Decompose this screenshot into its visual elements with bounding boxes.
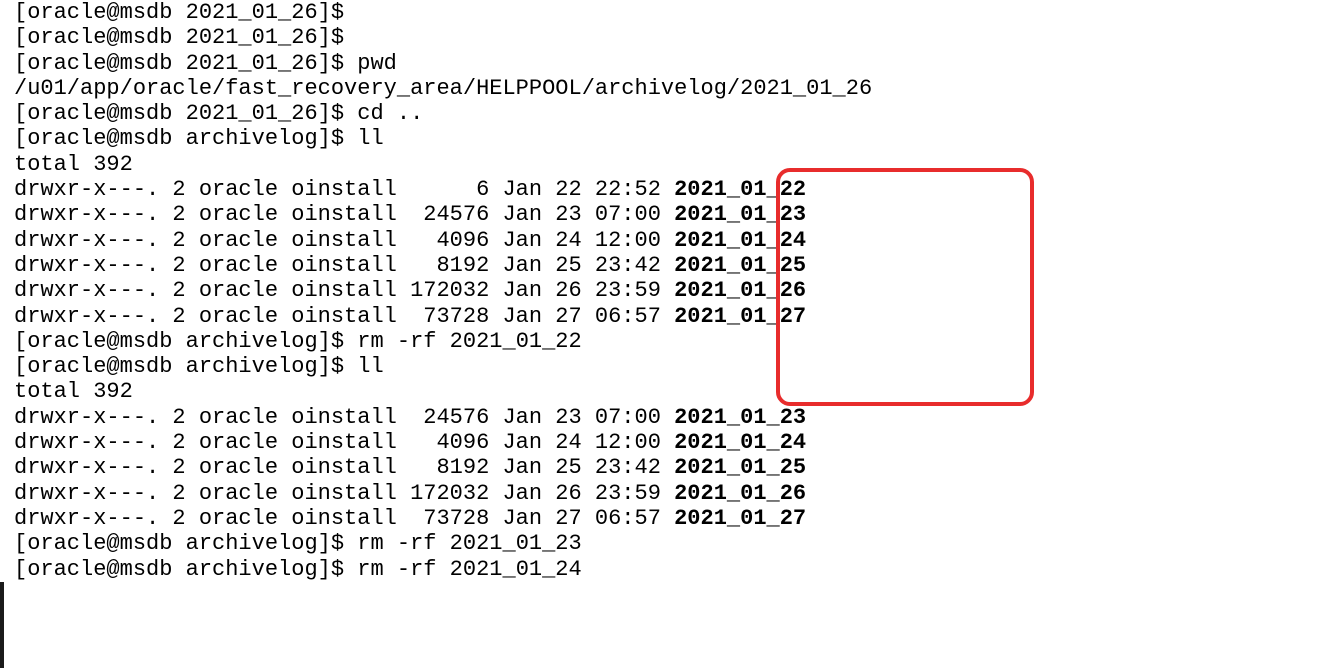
terminal-line: [oracle@msdb 2021_01_26]$ bbox=[14, 0, 1306, 25]
shell-prompt: [oracle@msdb archivelog]$ bbox=[14, 531, 357, 556]
file-listing-meta: drwxr-x---. 2 oracle oinstall 6 Jan 22 2… bbox=[14, 177, 674, 202]
directory-name: 2021_01_25 bbox=[674, 455, 806, 480]
directory-name: 2021_01_23 bbox=[674, 202, 806, 227]
directory-name: 2021_01_22 bbox=[674, 177, 806, 202]
terminal-line: /u01/app/oracle/fast_recovery_area/HELPP… bbox=[14, 76, 1306, 101]
terminal-output[interactable]: [oracle@msdb 2021_01_26]$ [oracle@msdb 2… bbox=[0, 0, 1320, 582]
terminal-line: total 392 bbox=[14, 152, 1306, 177]
shell-command[interactable]: rm -rf 2021_01_23 bbox=[357, 531, 581, 556]
terminal-line: drwxr-x---. 2 oracle oinstall 24576 Jan … bbox=[14, 405, 1306, 430]
shell-prompt: [oracle@msdb 2021_01_26]$ bbox=[14, 0, 357, 25]
terminal-line: [oracle@msdb 2021_01_26]$ bbox=[14, 25, 1306, 50]
file-listing-meta: drwxr-x---. 2 oracle oinstall 4096 Jan 2… bbox=[14, 228, 674, 253]
directory-name: 2021_01_24 bbox=[674, 228, 806, 253]
shell-prompt: [oracle@msdb archivelog]$ bbox=[14, 354, 357, 379]
terminal-line: drwxr-x---. 2 oracle oinstall 4096 Jan 2… bbox=[14, 228, 1306, 253]
file-listing-meta: drwxr-x---. 2 oracle oinstall 172032 Jan… bbox=[14, 481, 674, 506]
terminal-line: [oracle@msdb archivelog]$ rm -rf 2021_01… bbox=[14, 557, 1306, 582]
directory-name: 2021_01_26 bbox=[674, 278, 806, 303]
file-listing-meta: drwxr-x---. 2 oracle oinstall 24576 Jan … bbox=[14, 202, 674, 227]
file-listing-meta: drwxr-x---. 2 oracle oinstall 24576 Jan … bbox=[14, 405, 674, 430]
file-listing-meta: drwxr-x---. 2 oracle oinstall 73728 Jan … bbox=[14, 506, 674, 531]
terminal-line: [oracle@msdb archivelog]$ rm -rf 2021_01… bbox=[14, 531, 1306, 556]
file-listing-meta: drwxr-x---. 2 oracle oinstall 172032 Jan… bbox=[14, 278, 674, 303]
output-text: total 392 bbox=[14, 152, 133, 177]
terminal-line: [oracle@msdb 2021_01_26]$ cd .. bbox=[14, 101, 1306, 126]
terminal-line: [oracle@msdb archivelog]$ ll bbox=[14, 354, 1306, 379]
shell-command[interactable]: ll bbox=[357, 354, 383, 379]
output-text: total 392 bbox=[14, 379, 133, 404]
file-listing-meta: drwxr-x---. 2 oracle oinstall 4096 Jan 2… bbox=[14, 430, 674, 455]
terminal-line: total 392 bbox=[14, 379, 1306, 404]
shell-prompt: [oracle@msdb archivelog]$ bbox=[14, 557, 357, 582]
shell-command[interactable]: ll bbox=[357, 126, 383, 151]
terminal-line: [oracle@msdb archivelog]$ ll bbox=[14, 126, 1306, 151]
directory-name: 2021_01_27 bbox=[674, 304, 806, 329]
directory-name: 2021_01_23 bbox=[674, 405, 806, 430]
directory-name: 2021_01_24 bbox=[674, 430, 806, 455]
terminal-line: [oracle@msdb 2021_01_26]$ pwd bbox=[14, 51, 1306, 76]
terminal-line: drwxr-x---. 2 oracle oinstall 4096 Jan 2… bbox=[14, 430, 1306, 455]
shell-prompt: [oracle@msdb 2021_01_26]$ bbox=[14, 51, 357, 76]
terminal-line: drwxr-x---. 2 oracle oinstall 8192 Jan 2… bbox=[14, 253, 1306, 278]
shell-prompt: [oracle@msdb archivelog]$ bbox=[14, 329, 357, 354]
terminal-line: [oracle@msdb archivelog]$ rm -rf 2021_01… bbox=[14, 329, 1306, 354]
shell-prompt: [oracle@msdb 2021_01_26]$ bbox=[14, 101, 357, 126]
file-listing-meta: drwxr-x---. 2 oracle oinstall 73728 Jan … bbox=[14, 304, 674, 329]
shell-command[interactable]: rm -rf 2021_01_22 bbox=[357, 329, 581, 354]
terminal-line: drwxr-x---. 2 oracle oinstall 24576 Jan … bbox=[14, 202, 1306, 227]
terminal-line: drwxr-x---. 2 oracle oinstall 73728 Jan … bbox=[14, 506, 1306, 531]
terminal-line: drwxr-x---. 2 oracle oinstall 6 Jan 22 2… bbox=[14, 177, 1306, 202]
output-text: /u01/app/oracle/fast_recovery_area/HELPP… bbox=[14, 76, 872, 101]
file-listing-meta: drwxr-x---. 2 oracle oinstall 8192 Jan 2… bbox=[14, 253, 674, 278]
terminal-line: drwxr-x---. 2 oracle oinstall 8192 Jan 2… bbox=[14, 455, 1306, 480]
directory-name: 2021_01_27 bbox=[674, 506, 806, 531]
shell-command[interactable]: pwd bbox=[357, 51, 397, 76]
shell-prompt: [oracle@msdb 2021_01_26]$ bbox=[14, 25, 357, 50]
shell-command[interactable]: cd .. bbox=[357, 101, 423, 126]
terminal-line: drwxr-x---. 2 oracle oinstall 172032 Jan… bbox=[14, 278, 1306, 303]
terminal-line: drwxr-x---. 2 oracle oinstall 172032 Jan… bbox=[14, 481, 1306, 506]
terminal-line: drwxr-x---. 2 oracle oinstall 73728 Jan … bbox=[14, 304, 1306, 329]
file-listing-meta: drwxr-x---. 2 oracle oinstall 8192 Jan 2… bbox=[14, 455, 674, 480]
directory-name: 2021_01_26 bbox=[674, 481, 806, 506]
shell-command[interactable]: rm -rf 2021_01_24 bbox=[357, 557, 581, 582]
shell-prompt: [oracle@msdb archivelog]$ bbox=[14, 126, 357, 151]
directory-name: 2021_01_25 bbox=[674, 253, 806, 278]
